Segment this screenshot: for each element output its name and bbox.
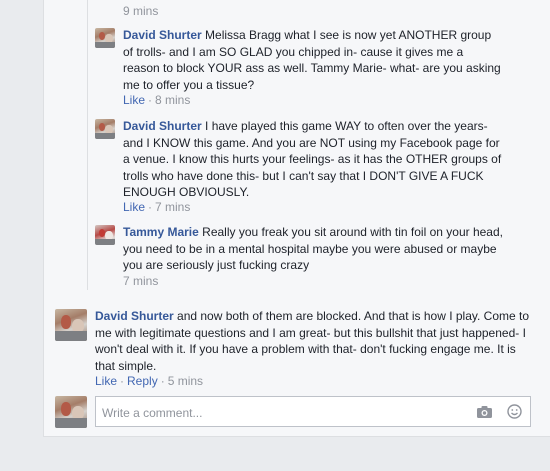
like-link[interactable]: Like	[123, 93, 145, 107]
reply-text: David Shurter Melissa Bragg what I see i…	[123, 27, 503, 93]
comment-actions: Like · Reply · 5 mins	[95, 374, 204, 388]
author-name[interactable]: David Shurter	[123, 28, 202, 42]
reply-time[interactable]: 8 mins	[155, 93, 190, 107]
like-link[interactable]: Like	[123, 200, 145, 214]
reply-text: Tammy Marie Really you freak you sit aro…	[123, 224, 508, 274]
reply-actions: Like · 8 mins	[123, 93, 191, 107]
avatar[interactable]	[95, 119, 115, 139]
emoji-icon[interactable]	[507, 404, 522, 419]
comment-time[interactable]: 5 mins	[168, 374, 203, 388]
reply-actions: 7 mins	[123, 274, 158, 288]
author-name[interactable]: Tammy Marie	[123, 225, 199, 239]
reply-time[interactable]: 7 mins	[155, 200, 190, 214]
previous-reply-time: 9 mins	[123, 4, 159, 18]
camera-icon[interactable]	[477, 406, 492, 418]
reply-actions: Like · 7 mins	[123, 200, 191, 214]
avatar[interactable]	[55, 309, 87, 341]
author-name[interactable]: David Shurter	[123, 119, 202, 133]
avatar	[55, 396, 87, 428]
comment-text: David Shurter and now both of them are b…	[95, 308, 530, 374]
reply-time[interactable]: 7 mins	[123, 274, 158, 288]
reply-text: David Shurter I have played this game WA…	[123, 118, 508, 201]
comments-panel: 9 mins David Shurter Melissa Bragg what …	[0, 0, 550, 471]
avatar[interactable]	[95, 225, 115, 245]
avatar[interactable]	[95, 28, 115, 48]
reply-link[interactable]: Reply	[127, 374, 158, 388]
comment-input[interactable]: Write a comment...	[95, 396, 531, 427]
comment-input-placeholder: Write a comment...	[102, 406, 203, 420]
author-name[interactable]: David Shurter	[95, 309, 174, 323]
like-link[interactable]: Like	[95, 374, 117, 388]
reply-thread-line	[87, 0, 88, 290]
